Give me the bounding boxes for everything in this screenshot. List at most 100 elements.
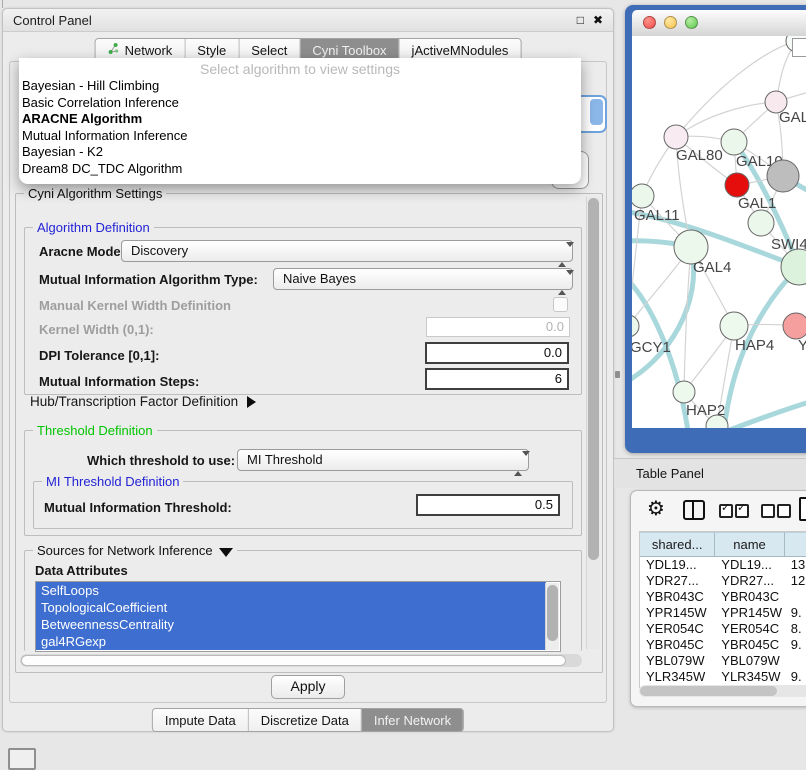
tab-discretize-data[interactable]: Discretize Data — [248, 709, 361, 731]
attribute-item-topologicalcoefficient[interactable]: TopologicalCoefficient — [36, 599, 546, 616]
node-label: GAL11 — [634, 207, 680, 224]
select-all-icon[interactable]: ✓ — [735, 504, 749, 518]
table-cell: YBL079W — [715, 653, 785, 669]
network-node-hap2[interactable] — [673, 381, 695, 403]
stepper-arrows-icon — [558, 245, 566, 265]
window-title: Control Panel — [13, 13, 92, 28]
table-cell: 9. — [785, 637, 806, 653]
panel-splitter-grip[interactable] — [615, 371, 620, 378]
minimize-traffic-light-icon[interactable] — [664, 16, 677, 29]
page-icon[interactable] — [799, 497, 806, 521]
algorithm-option-dream8-dc-tdc-algorithm[interactable]: Dream8 DC_TDC Algorithm — [19, 161, 581, 178]
column-header-clipped[interactable] — [785, 532, 806, 557]
manual-kernel-checkbox[interactable] — [553, 297, 568, 312]
table-toolbar: ⚙ ✓ ✓ — [631, 491, 806, 529]
mi-type-combobox[interactable]: Naive Bayes — [273, 268, 573, 290]
desktop-mini-window[interactable] — [8, 748, 36, 770]
network-canvas[interactable]: GALGAL80GAL10GAL1GAL11SWI4GAL4GCY1HAP4YH… — [632, 36, 806, 428]
float-icon[interactable]: □ — [577, 14, 584, 26]
apply-button[interactable]: Apply — [271, 675, 345, 699]
attribute-list-scrollbar[interactable] — [545, 583, 559, 650]
tab-impute-data[interactable]: Impute Data — [153, 709, 248, 731]
mi-steps-input[interactable]: 6 — [425, 368, 569, 390]
network-canvas-svg: GALGAL80GAL10GAL1GAL11SWI4GAL4GCY1HAP4YH… — [632, 36, 806, 428]
network-node-gcy1[interactable] — [632, 315, 639, 337]
network-edge[interactable] — [727, 388, 806, 428]
attribute-item-selfloops[interactable]: SelfLoops — [36, 582, 546, 599]
column-header-shared[interactable]: shared... — [640, 532, 715, 557]
table-cell: 9. — [785, 669, 806, 685]
threshold-definition-group: Threshold Definition Which threshold to … — [24, 430, 582, 536]
algorithm-option-bayesian-hill-climbing[interactable]: Bayesian - Hill Climbing — [19, 78, 581, 95]
attribute-item-betweennesscentrality[interactable]: BetweennessCentrality — [36, 616, 546, 633]
table-cell: YER054C — [715, 621, 785, 637]
data-attributes-label: Data Attributes — [35, 563, 128, 578]
data-attributes-list[interactable]: SelfLoopsTopologicalCoefficientBetweenne… — [35, 581, 561, 652]
zoom-traffic-light-icon[interactable] — [685, 16, 698, 29]
mi-type-label: Mutual Information Algorithm Type: — [39, 272, 258, 287]
table-row[interactable]: YBR043CYBR043C — [640, 589, 806, 605]
hub-definition-expander[interactable]: Hub/Transcription Factor Definition — [30, 394, 256, 409]
close-traffic-light-icon[interactable] — [643, 16, 656, 29]
network-window-titlebar[interactable] — [632, 10, 806, 37]
table-row[interactable]: YDR27...YDR27...12 — [640, 573, 806, 589]
network-node[interactable] — [725, 173, 749, 197]
split-columns-icon[interactable] — [683, 500, 705, 520]
table-row[interactable]: YDL19...YDL19...13 — [640, 557, 806, 573]
aracne-mode-value: Discovery — [131, 243, 188, 258]
network-node-gal1[interactable] — [748, 210, 774, 236]
node-label: GAL4 — [693, 259, 731, 276]
aracne-mode-combobox[interactable]: Discovery — [121, 240, 573, 262]
table-header-row: shared...name — [640, 532, 806, 557]
node-label: HAP4 — [735, 337, 774, 354]
algorithm-option-basic-correlation-inference[interactable]: Basic Correlation Inference — [19, 95, 581, 112]
column-header-name[interactable]: name — [715, 532, 785, 557]
which-threshold-combobox[interactable]: MI Threshold — [237, 449, 529, 471]
network-node-gal11[interactable] — [632, 184, 654, 208]
algorithm-option-mutual-information-inference[interactable]: Mutual Information Inference — [19, 128, 581, 145]
table-row[interactable]: YPR145WYPR145W9. — [640, 605, 806, 621]
table-row[interactable]: YLR345WYLR345W9. — [640, 669, 806, 685]
table-cell: YLR345W — [715, 669, 785, 685]
settings-horizontal-scrollbar[interactable] — [20, 654, 582, 667]
algorithm-option-bayesian-k2[interactable]: Bayesian - K2 — [19, 144, 581, 161]
network-view-window[interactable]: GALGAL80GAL10GAL1GAL11SWI4GAL4GCY1HAP4YH… — [625, 5, 806, 453]
table-horizontal-scrollbar[interactable] — [639, 685, 806, 697]
kernel-width-input[interactable]: 0.0 — [426, 317, 570, 337]
table-row[interactable]: YER054CYER054C8. — [640, 621, 806, 637]
network-node-hap4[interactable] — [720, 312, 748, 340]
gear-icon[interactable]: ⚙ — [647, 498, 665, 520]
table-cell: YBR045C — [715, 637, 785, 653]
table-panel-header: Table Panel — [614, 458, 806, 488]
mi-threshold-input[interactable]: 0.5 — [416, 494, 560, 516]
deselect-all-icon[interactable] — [761, 504, 775, 518]
table-cell: YER054C — [640, 621, 715, 637]
table-row[interactable]: YBR045CYBR045C9. — [640, 637, 806, 653]
algorithm-option-aracne-algorithm[interactable]: ARACNE Algorithm — [19, 111, 581, 128]
node-label: GAL — [779, 109, 806, 126]
close-icon[interactable]: ✖ — [593, 14, 603, 26]
network-node-gal10[interactable] — [721, 129, 747, 155]
table-panel-title: Table Panel — [636, 466, 704, 481]
table-cell: 9. — [785, 605, 806, 621]
manual-kernel-label: Manual Kernel Width Definition — [39, 298, 231, 313]
network-node-gal80[interactable] — [664, 125, 688, 149]
select-all-icon[interactable]: ✓ — [719, 504, 733, 518]
deselect-all-icon[interactable] — [777, 504, 791, 518]
control-panel-titlebar[interactable]: Control Panel □ ✖ — [3, 9, 613, 32]
aracne-mode-label: Aracne Mode: — [39, 244, 125, 259]
node-table: shared...name YDL19...YDL19...13YDR27...… — [639, 531, 806, 688]
sources-group-title[interactable]: Sources for Network Inference — [33, 543, 237, 558]
table-row[interactable]: YBL079WYBL079W — [640, 653, 806, 669]
canvas-overlay-box — [792, 38, 806, 57]
desktop-artifact — [2, 0, 3, 8]
which-threshold-label: Which threshold to use: — [87, 453, 235, 468]
dpi-tolerance-input[interactable]: 0.0 — [425, 342, 569, 364]
table-cell: YDR27... — [715, 573, 785, 589]
tab-infer-network[interactable]: Infer Network — [361, 709, 463, 731]
attribute-item-gal4rgexp[interactable]: gal4RGexp — [36, 633, 546, 650]
settings-vertical-scrollbar[interactable] — [586, 197, 600, 649]
network-node[interactable] — [767, 160, 799, 192]
node-label: SWI4 — [771, 236, 806, 253]
network-node-y[interactable] — [783, 313, 806, 339]
